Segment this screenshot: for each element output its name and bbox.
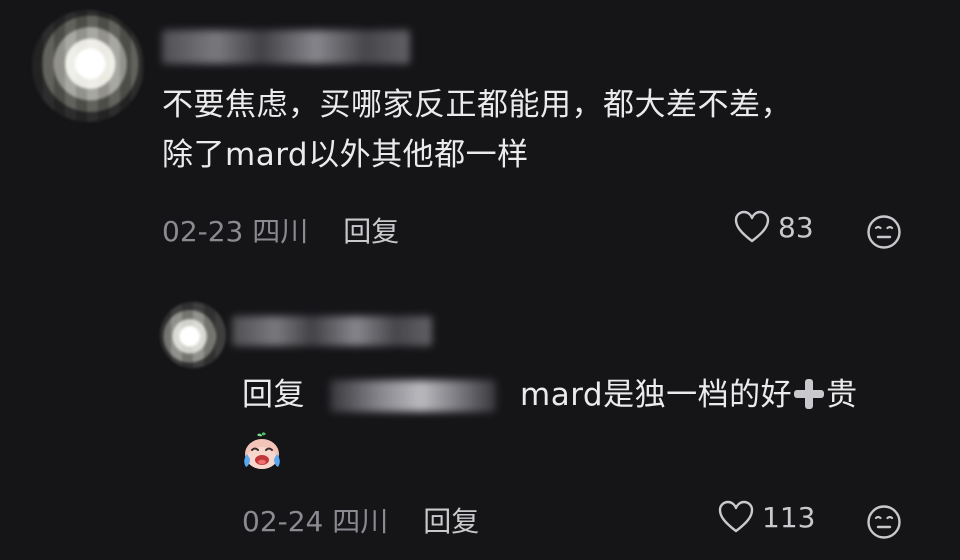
- comment-line-2: 除了mard以外其他都一样: [162, 137, 529, 173]
- reply-username-redacted[interactable]: [232, 316, 432, 346]
- reply-body: mard是独一档的好贵: [520, 370, 858, 420]
- comment-location: 四川: [252, 215, 309, 248]
- crying-laughing-emoji: [244, 432, 280, 469]
- reply-to-reply-button[interactable]: 回复: [423, 505, 479, 538]
- pixelation-overlay: [32, 10, 144, 122]
- reply-like-count: 113: [762, 500, 816, 534]
- like-button[interactable]: 83: [734, 210, 814, 244]
- comment-date: 02-23: [162, 215, 244, 248]
- comment-body: 不要焦虑，买哪家反正都能用，都大差不差， 除了mard以外其他都一样: [162, 80, 792, 180]
- comment-meta: 02-23 四川 回复: [162, 210, 399, 250]
- meh-face-icon[interactable]: [866, 214, 902, 250]
- reply-avatar-pixelated[interactable]: [160, 302, 226, 368]
- comment-line-1: 不要焦虑，买哪家反正都能用，都大差不差，: [162, 87, 792, 123]
- heart-outline-icon: [718, 500, 754, 533]
- reply-text-part-1: mard是独一档的好: [520, 377, 793, 413]
- reply-location: 四川: [332, 505, 389, 538]
- reply-date: 02-24: [242, 505, 324, 538]
- meh-face-icon[interactable]: [866, 504, 902, 540]
- comment-thread: 不要焦虑，买哪家反正都能用，都大差不差， 除了mard以外其他都一样 02-23…: [0, 0, 960, 560]
- heart-outline-icon: [734, 210, 770, 243]
- reply-button[interactable]: 回复: [343, 215, 399, 248]
- reply-like-button[interactable]: 113: [718, 500, 815, 534]
- heavy-plus-icon: [794, 379, 825, 409]
- like-count: 83: [778, 210, 814, 244]
- reply-meta: 02-24 四川 回复: [242, 500, 479, 540]
- username-redacted[interactable]: [162, 30, 410, 64]
- pixelation-overlay: [160, 302, 226, 368]
- reply-text-part-2: 贵: [826, 377, 858, 413]
- reply-prefix: 回复: [242, 377, 305, 413]
- mentioned-user-redacted[interactable]: [330, 380, 496, 412]
- user-avatar-pixelated[interactable]: [32, 10, 144, 122]
